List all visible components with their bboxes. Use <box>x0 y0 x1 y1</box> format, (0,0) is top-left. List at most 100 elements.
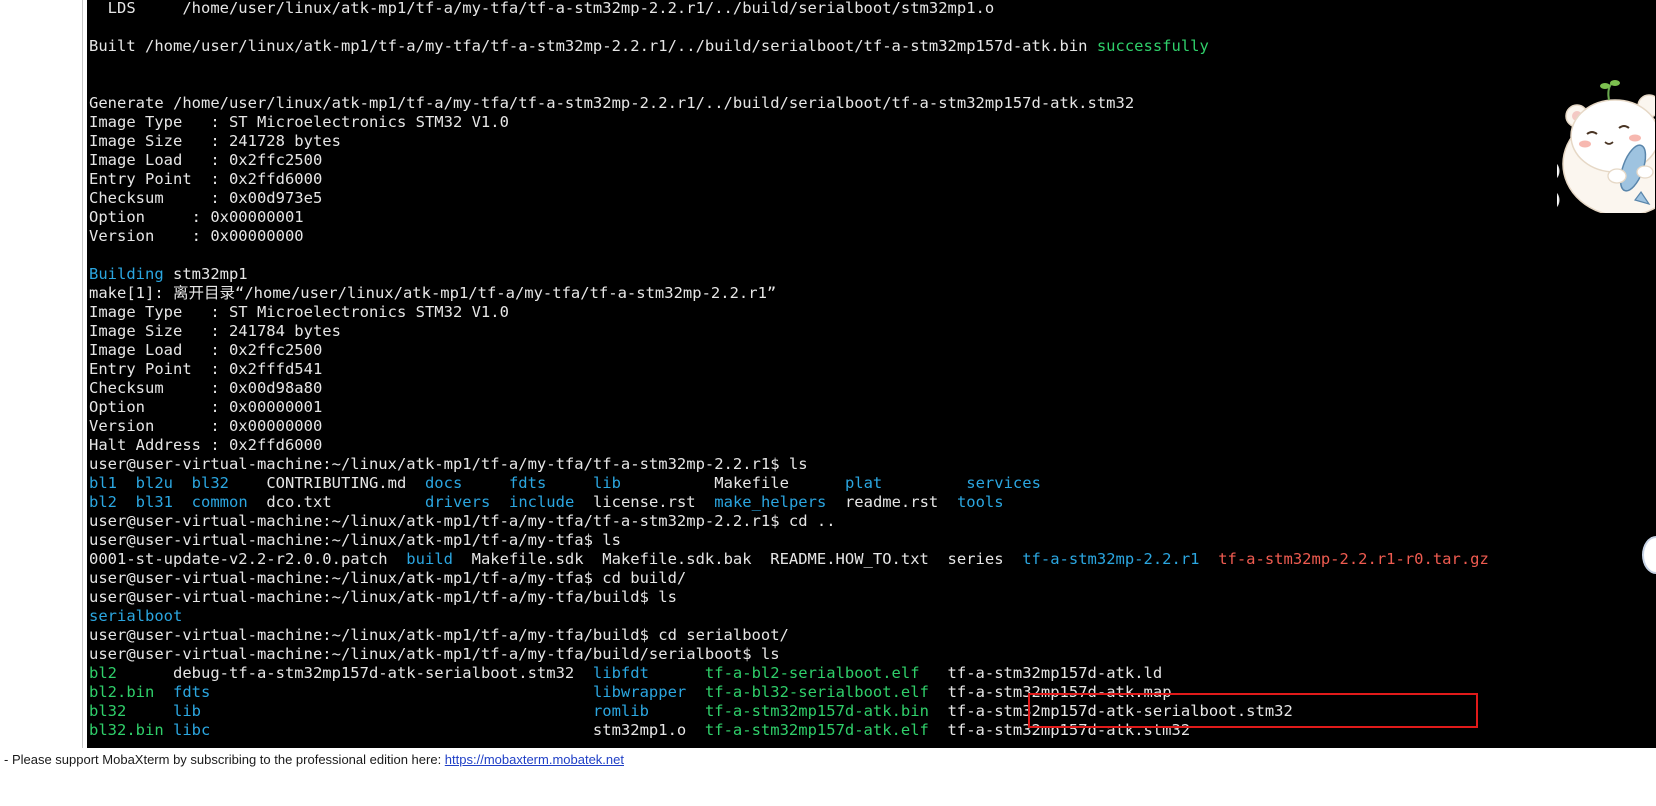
terminal-text: Checksum : 0x00d98a80 <box>89 379 323 397</box>
terminal-line: user@user-virtual-machine:~/linux/atk-mp… <box>89 626 1489 645</box>
mobaxterm-link[interactable]: https://mobaxterm.mobatek.net <box>445 752 624 767</box>
terminal-line: bl32 lib romlib tf-a-stm32mp157d-atk.bin… <box>89 702 1489 721</box>
terminal-line: Image Size : 241728 bytes <box>89 132 1489 151</box>
terminal-line: Entry Point : 0x2ffd6000 <box>89 170 1489 189</box>
terminal-text: bl32 <box>89 702 127 720</box>
terminal-text: readme.rst <box>826 493 957 511</box>
terminal-text: Version : 0x00000000 <box>89 417 323 435</box>
terminal-line: bl2.bin fdts libwrapper tf-a-bl32-serial… <box>89 683 1489 702</box>
terminal-text: bl1 <box>89 474 117 492</box>
terminal-text: user@user-virtual-machine:~/linux/atk-mp… <box>89 531 621 549</box>
terminal-text: lib <box>173 702 201 720</box>
terminal-text: Halt Address : 0x2ffd6000 <box>89 436 323 454</box>
terminal-text: bl31 <box>135 493 173 511</box>
terminal-text: dco.txt <box>247 493 425 511</box>
terminal-text: include <box>508 493 575 511</box>
terminal-text: libc <box>173 721 211 739</box>
terminal-output: LDS /home/user/linux/atk-mp1/tf-a/my-tfa… <box>89 0 1489 740</box>
terminal-text: build <box>406 550 453 568</box>
terminal-line: serialboot <box>89 607 1489 626</box>
terminal-text: drivers <box>424 493 491 511</box>
terminal-line: Checksum : 0x00d98a80 <box>89 379 1489 398</box>
terminal-text: Option : 0x00000001 <box>89 398 323 416</box>
terminal-line: Built /home/user/linux/atk-mp1/tf-a/my-t… <box>89 37 1489 56</box>
terminal-text: tf-a-stm32mp157d-atk.elf <box>704 721 929 739</box>
terminal-text: Built /home/user/linux/atk-mp1/tf-a/my-t… <box>89 37 1097 55</box>
terminal-text: bl32.bin <box>89 721 164 739</box>
terminal-text: serialboot <box>89 607 183 625</box>
floating-side-button[interactable] <box>1642 536 1656 574</box>
terminal-text: tf-a-stm32mp157d-atk.bin <box>704 702 929 720</box>
terminal-text: CONTRIBUTING.md <box>229 474 425 492</box>
terminal-line: Halt Address : 0x2ffd6000 <box>89 436 1489 455</box>
terminal-text: Option : 0x00000001 <box>89 208 304 226</box>
terminal-text: Version : 0x00000000 <box>89 227 304 245</box>
terminal-text: make[1]: 离开目录“/home/user/linux/atk-mp1/t… <box>89 284 777 302</box>
terminal-text: bl2u <box>135 474 173 492</box>
terminal-text: tf-a-stm32mp157d-atk.ld <box>919 664 1163 682</box>
terminal-text: tools <box>956 493 1004 511</box>
terminal-line: Option : 0x00000001 <box>89 208 1489 227</box>
status-bar: - Please support MobaXterm by subscribin… <box>0 748 1656 806</box>
terminal-text: fdts <box>508 474 547 492</box>
terminal-line: user@user-virtual-machine:~/linux/atk-mp… <box>89 531 1489 550</box>
terminal-text: Image Size : 241784 bytes <box>89 322 341 340</box>
terminal-text: bl2 <box>89 664 117 682</box>
terminal-line: Image Load : 0x2ffc2500 <box>89 341 1489 360</box>
terminal-line: Checksum : 0x00d973e5 <box>89 189 1489 208</box>
terminal-line: LDS /home/user/linux/atk-mp1/tf-a/my-tfa… <box>89 0 1489 18</box>
terminal-text: user@user-virtual-machine:~/linux/atk-mp… <box>89 512 836 530</box>
terminal-line: bl2 bl31 common dco.txt drivers include … <box>89 493 1489 512</box>
terminal-text: Image Type : ST Microelectronics STM32 V… <box>89 303 509 321</box>
terminal-line: Building stm32mp1 <box>89 265 1489 284</box>
terminal-text: tf-a-stm32mp157d-atk.map <box>928 683 1172 701</box>
terminal-line: Image Type : ST Microelectronics STM32 V… <box>89 113 1489 132</box>
terminal-text: Building <box>89 265 164 283</box>
terminal-text: stm32mp1 <box>163 265 248 283</box>
support-message: - Please support MobaXterm by subscribin… <box>4 752 445 767</box>
terminal-line: user@user-virtual-machine:~/linux/atk-mp… <box>89 588 1489 607</box>
terminal-line: Image Size : 241784 bytes <box>89 322 1489 341</box>
terminal-text: user@user-virtual-machine:~/linux/atk-mp… <box>89 455 808 473</box>
terminal-line: Version : 0x00000000 <box>89 417 1489 436</box>
terminal-text: LDS /home/user/linux/atk-mp1/tf-a/my-tfa… <box>89 0 995 17</box>
terminal-text: Entry Point : 0x2ffd6000 <box>89 170 323 188</box>
terminal-line: bl2 debug-tf-a-stm32mp157d-atk-serialboo… <box>89 664 1489 683</box>
terminal-window[interactable]: LDS /home/user/linux/atk-mp1/tf-a/my-tfa… <box>87 0 1656 748</box>
terminal-line: Version : 0x00000000 <box>89 227 1489 246</box>
terminal-line: user@user-virtual-machine:~/linux/atk-mp… <box>89 455 1489 474</box>
terminal-text: tf-a-stm32mp157d-atk.stm32 <box>928 721 1191 739</box>
terminal-text: user@user-virtual-machine:~/linux/atk-mp… <box>89 626 789 644</box>
terminal-text: Makefile.sdk Makefile.sdk.bak README.HOW… <box>452 550 1023 568</box>
bear-mascot-icon: 英 <box>1557 80 1655 213</box>
terminal-text: Image Type : ST Microelectronics STM32 V… <box>89 113 509 131</box>
terminal-text: Entry Point : 0x2fffd541 <box>89 360 323 378</box>
terminal-text: bl2.bin <box>89 683 155 701</box>
terminal-line: Option : 0x00000001 <box>89 398 1489 417</box>
terminal-text: bl2 <box>89 493 117 511</box>
terminal-text: services <box>966 474 1041 492</box>
terminal-text: libfdt <box>592 664 649 682</box>
terminal-text: user@user-virtual-machine:~/linux/atk-mp… <box>89 569 687 587</box>
terminal-text: tf-a-stm32mp-2.2.r1-r0.tar.gz <box>1218 550 1489 568</box>
terminal-line: 0001-st-update-v2.2-r2.0.0.patch build M… <box>89 550 1489 569</box>
terminal-text: license.rst <box>574 493 715 511</box>
left-sidebar-panel <box>0 0 83 748</box>
terminal-text: Image Size : 241728 bytes <box>89 132 341 150</box>
terminal-text: romlib <box>592 702 649 720</box>
terminal-text: fdts <box>173 683 211 701</box>
